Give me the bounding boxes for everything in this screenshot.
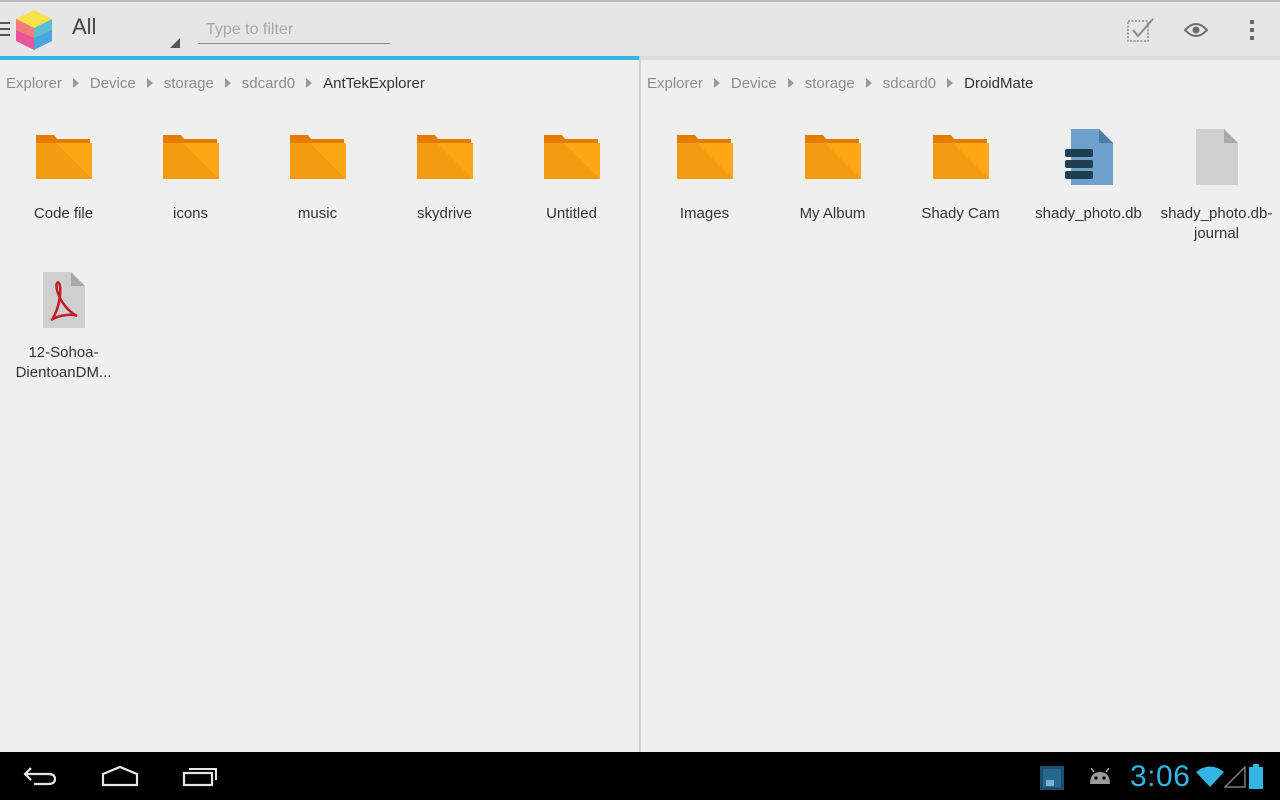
android-debug-icon[interactable] [1088,768,1112,788]
breadcrumb-item[interactable]: Explorer [647,75,703,92]
status-clock[interactable]: 3:06 [1130,760,1190,794]
folder-icon [932,135,989,179]
file-name: Code file [33,205,94,222]
folder-icon [162,135,219,179]
breadcrumb-item[interactable]: Explorer [6,75,62,92]
file-name: shady_photo.db [1035,205,1142,222]
file-name-line: journal [1193,225,1240,242]
folder-icon [289,135,346,179]
folder-icon [804,135,861,179]
spinner-label: All [72,14,97,39]
right-pane[interactable]: Explorer Device storage sdcard0 DroidMat… [640,56,1280,752]
file-item-icons[interactable]: icons [127,122,254,224]
file-name: Untitled [546,205,597,222]
file-name-line: DientoanDM... [15,364,112,381]
system-nav-bar: 3:06 [0,752,1280,800]
breadcrumb-current[interactable]: AntTekExplorer [323,75,425,92]
file-item-images[interactable]: Images [641,122,768,224]
file-item-shady-photo-journal[interactable]: shady_photo.db- journal [1153,122,1280,244]
app-notification-icon[interactable] [1040,766,1064,790]
filter-input[interactable] [198,16,390,44]
overflow-menu-button[interactable] [1232,10,1272,50]
file-item-untitled[interactable]: Untitled [508,122,635,224]
file-name: shady_photo.db- journal [1153,204,1280,244]
file-name: skydrive [416,205,472,222]
file-item-shady-photo-db[interactable]: shady_photo.db [1025,122,1152,224]
recent-apps-icon [182,768,217,787]
battery-icon [1249,764,1263,789]
database-file-icon [1064,129,1113,185]
pdf-file-icon [42,272,85,328]
breadcrumb-chevron-icon [146,78,153,88]
breadcrumb: Explorer Device storage sdcard0 DroidMat… [647,72,1033,94]
eye-icon [1184,23,1208,37]
breadcrumb-item[interactable]: Device [90,75,136,92]
home-button[interactable] [90,760,150,792]
back-arrow-icon [23,767,57,786]
breadcrumb-current[interactable]: DroidMate [964,75,1033,92]
breadcrumb-item[interactable]: storage [164,75,214,92]
breadcrumb-item[interactable]: sdcard0 [883,75,936,92]
checkbox-icon [1127,18,1154,42]
file-item-music[interactable]: music [254,122,381,224]
breadcrumb-chevron-icon [787,78,794,88]
folder-icon [35,135,92,179]
filter-type-spinner[interactable]: All [64,6,184,50]
folder-icon [543,135,600,179]
back-button[interactable] [10,760,70,792]
wifi-icon [1196,766,1224,787]
home-icon [101,765,139,787]
breadcrumb-chevron-icon [224,78,231,88]
file-name-line: shady_photo.db- [1160,205,1273,222]
action-bar: All [0,0,1280,56]
file-item-pdf[interactable]: 12-Sohoa- DientoanDM... [0,265,127,383]
folder-icon [416,135,473,179]
more-vertical-icon [1250,18,1254,42]
cell-signal-icon [1224,766,1246,788]
file-name-line: 12-Sohoa- [28,344,99,361]
file-name: 12-Sohoa- DientoanDM... [0,343,127,383]
spinner-arrow-icon [170,38,180,48]
file-item-my-album[interactable]: My Album [769,122,896,224]
breadcrumb-chevron-icon [947,78,954,88]
file-name: Images [679,205,730,222]
folder-icon [676,135,733,179]
left-pane[interactable]: Explorer Device storage sdcard0 AntTekEx… [0,56,639,752]
file-name: icons [172,205,209,222]
file-name: My Album [799,205,866,222]
generic-file-icon [1195,129,1238,185]
breadcrumb-chevron-icon [865,78,872,88]
breadcrumb-item[interactable]: Device [731,75,777,92]
file-item-code-file[interactable]: Code file [0,122,127,224]
app-logo-icon[interactable] [14,8,54,52]
file-name: Shady Cam [921,205,1000,222]
file-name: music [297,205,338,222]
breadcrumb-chevron-icon [72,78,79,88]
breadcrumb-chevron-icon [713,78,720,88]
breadcrumb-item[interactable]: sdcard0 [242,75,295,92]
recent-apps-button[interactable] [170,760,230,792]
breadcrumb-item[interactable]: storage [805,75,855,92]
view-mode-button[interactable] [1176,10,1216,50]
select-button[interactable] [1121,10,1161,50]
file-item-shady-cam[interactable]: Shady Cam [897,122,1024,224]
breadcrumb: Explorer Device storage sdcard0 AntTekEx… [6,72,425,94]
breadcrumb-chevron-icon [306,78,313,88]
file-item-skydrive[interactable]: skydrive [381,122,508,224]
drawer-indicator-icon[interactable] [0,22,10,36]
